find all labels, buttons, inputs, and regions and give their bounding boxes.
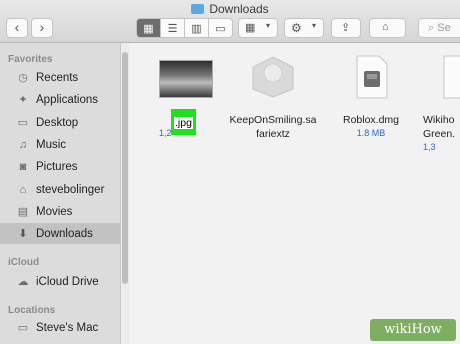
music-icon: ♫ [18,138,28,151]
sidebar-item-steves-mac[interactable]: ▭ Steve's Mac [0,317,120,338]
sidebar-item-label: stevebolinger [36,183,105,196]
icon-view-button[interactable]: ▦ [137,19,161,37]
film-icon: ▤ [17,206,29,218]
tags-button[interactable]: ⌂ [369,18,406,38]
safari-extension-icon[interactable] [249,55,297,99]
file-area: .jpg 1,2 KeepOnSmiling.sa fariextz Roblox… [129,43,460,344]
gear-icon: ⚙ [291,21,302,35]
desktop-icon: ▭ [17,117,29,129]
locations-header: Locations [8,305,56,316]
sidebar-scrollbar[interactable] [122,52,128,284]
applications-icon: ✦ [18,94,28,106]
action-button[interactable]: ⚙ ▾ [284,18,324,38]
column-view-button[interactable]: ▥ [185,19,209,37]
file-name-edit[interactable]: .jpg [174,117,193,129]
finder-window: Downloads ‹ › ▦ ☰ ▥ ▭ ▦ ▾ ⚙ ▾ ⇪ ⌂ ⌕ Se Fav… [0,0,460,344]
share-button[interactable]: ⇪ [331,18,361,38]
sidebar-item-label: Applications [36,93,99,106]
sidebar-item-movies[interactable]: ▤ Movies [0,201,120,222]
sidebar-item-music[interactable]: ♫ Music [0,134,120,155]
rename-field[interactable]: .jpg [171,109,196,135]
gallery-icon: ▭ [215,22,226,35]
file-name-line1: KeepOnSmiling.sa [229,114,317,126]
sidebar-item-label: iCloud Drive [36,275,99,288]
search-placeholder: Se [437,22,451,34]
file-name[interactable]: Wikiho Green. [423,113,460,141]
tag-icon: ⌂ [382,21,389,33]
sidebar-item-label: Downloads [36,227,93,240]
favorites-header: Favorites [8,54,53,65]
grid-icon: ▦ [143,22,154,35]
file-name-line1: Wikiho [423,114,455,126]
home-icon: ⌂ [19,183,27,196]
file-size: 1.8 MB [356,128,386,138]
file-size: 1,3 [423,142,436,152]
folder-icon [191,4,205,14]
sidebar-item-icloud-drive[interactable]: ☁ iCloud Drive [0,271,120,292]
wikihow-watermark: wikiHow [370,319,456,341]
clock-icon: ◷ [18,72,28,84]
list-icon: ☰ [167,22,178,35]
sidebar-item-label: Recents [36,71,79,84]
share-icon: ⇪ [341,22,351,34]
view-mode-control[interactable]: ▦ ☰ ▥ ▭ [136,18,233,38]
list-view-button[interactable]: ☰ [161,19,185,37]
gallery-view-button[interactable]: ▭ [209,19,232,37]
download-icon: ⬇ [18,228,28,240]
file-name-line2: Green. [423,128,456,140]
computer-icon: ▭ [17,322,29,334]
back-button[interactable]: ‹ [6,18,28,38]
document-icon[interactable] [442,55,460,99]
sidebar-item-downloads[interactable]: ⬇ Downloads [0,223,120,244]
file-name[interactable]: KeepOnSmiling.sa fariextz [223,113,323,141]
window-title-text: Downloads [209,2,269,16]
window-title: Downloads [0,2,460,16]
sidebar-item-label: Pictures [36,160,78,173]
image-thumbnail[interactable] [159,60,213,98]
forward-button[interactable]: › [31,18,53,38]
sidebar-item-label: Steve's Mac [36,321,99,334]
cloud-icon: ☁ [17,276,29,288]
sidebar-item-label: Movies [36,205,73,218]
columns-icon: ▥ [191,22,202,35]
file-name-line2: fariextz [256,128,290,140]
disk-image-icon[interactable] [355,55,389,99]
sidebar-item-label: Music [36,138,67,151]
group-button[interactable]: ▦ ▾ [238,18,278,38]
search-field[interactable]: ⌕ Se [418,18,460,38]
sidebar-item-applications[interactable]: ✦ Applications [0,89,120,110]
sidebar-item-pictures[interactable]: ◙ Pictures [0,156,120,177]
toolbar: Downloads ‹ › ▦ ☰ ▥ ▭ ▦ ▾ ⚙ ▾ ⇪ ⌂ ⌕ Se [0,0,460,43]
grid-icon: ▦ [245,22,256,34]
file-size: 1,2 [159,128,172,138]
sidebar-item-recents[interactable]: ◷ Recents [0,67,120,88]
sidebar: Favorites ◷ Recents ✦ Applications ▭ Deskto… [0,43,121,344]
camera-icon: ◙ [19,160,27,173]
sidebar-item-desktop[interactable]: ▭ Desktop [0,112,120,133]
sidebar-item-stevebolinger[interactable]: ⌂ stevebolinger [0,179,120,200]
chevron-down-icon: ▾ [312,21,317,30]
file-name[interactable]: Roblox.dmg [331,113,411,127]
icloud-header: iCloud [8,257,40,268]
search-icon: ⌕ [428,22,435,34]
chevron-down-icon: ▾ [266,21,271,30]
sidebar-item-label: Desktop [36,116,79,129]
